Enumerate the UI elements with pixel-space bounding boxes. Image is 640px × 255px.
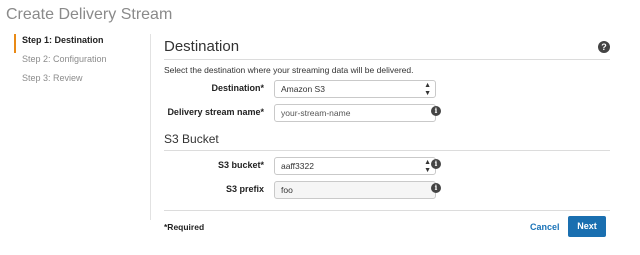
s3-bucket-select-value: aaff3322 xyxy=(281,161,314,171)
info-icon[interactable]: i xyxy=(431,159,441,169)
s3-bucket-row: S3 bucket* aaff3322 ▲ ▼ i xyxy=(164,157,610,175)
s3-bucket-section-title: S3 Bucket xyxy=(164,132,219,146)
required-note: *Required xyxy=(164,222,205,232)
step-configuration: Step 2: Configuration xyxy=(22,54,107,64)
next-button[interactable]: Next xyxy=(568,216,606,237)
destination-description: Select the destination where your stream… xyxy=(164,65,414,75)
s3-prefix-label: S3 prefix xyxy=(225,184,264,194)
page-title: Create Delivery Stream xyxy=(6,6,173,23)
info-icon[interactable]: i xyxy=(431,183,441,193)
wizard-steps: Step 1: Destination Step 2: Configuratio… xyxy=(14,34,107,91)
stream-name-label: Delivery stream name* xyxy=(167,107,264,117)
s3-bucket-label: S3 bucket* xyxy=(217,160,264,170)
destination-select-value: Amazon S3 xyxy=(281,84,325,94)
question-circle-icon[interactable]: ? xyxy=(598,41,610,53)
s3-section-divider xyxy=(164,150,610,151)
destination-row: Destination* Amazon S3 ▲ ▼ xyxy=(164,80,610,98)
info-icon[interactable]: i xyxy=(431,106,441,116)
updown-arrows-icon: ▲ ▼ xyxy=(424,82,431,97)
section-title: Destination xyxy=(164,38,240,55)
stream-name-row: Delivery stream name* your-stream-name i xyxy=(164,104,610,122)
cancel-button[interactable]: Cancel xyxy=(530,222,560,232)
footer-divider xyxy=(164,210,610,211)
s3-prefix-input[interactable]: foo xyxy=(274,181,436,199)
step-review: Step 3: Review xyxy=(22,73,83,83)
vertical-divider xyxy=(150,34,151,220)
step-destination[interactable]: Step 1: Destination xyxy=(14,34,107,53)
destination-label: Destination* xyxy=(211,83,264,93)
updown-arrows-icon: ▲ ▼ xyxy=(424,159,431,174)
s3-prefix-row: S3 prefix foo i xyxy=(164,181,610,199)
stream-name-input[interactable]: your-stream-name xyxy=(274,104,436,122)
destination-select[interactable]: Amazon S3 ▲ ▼ xyxy=(274,80,436,98)
section-divider xyxy=(164,59,610,60)
s3-bucket-select[interactable]: aaff3322 ▲ ▼ xyxy=(274,157,436,175)
